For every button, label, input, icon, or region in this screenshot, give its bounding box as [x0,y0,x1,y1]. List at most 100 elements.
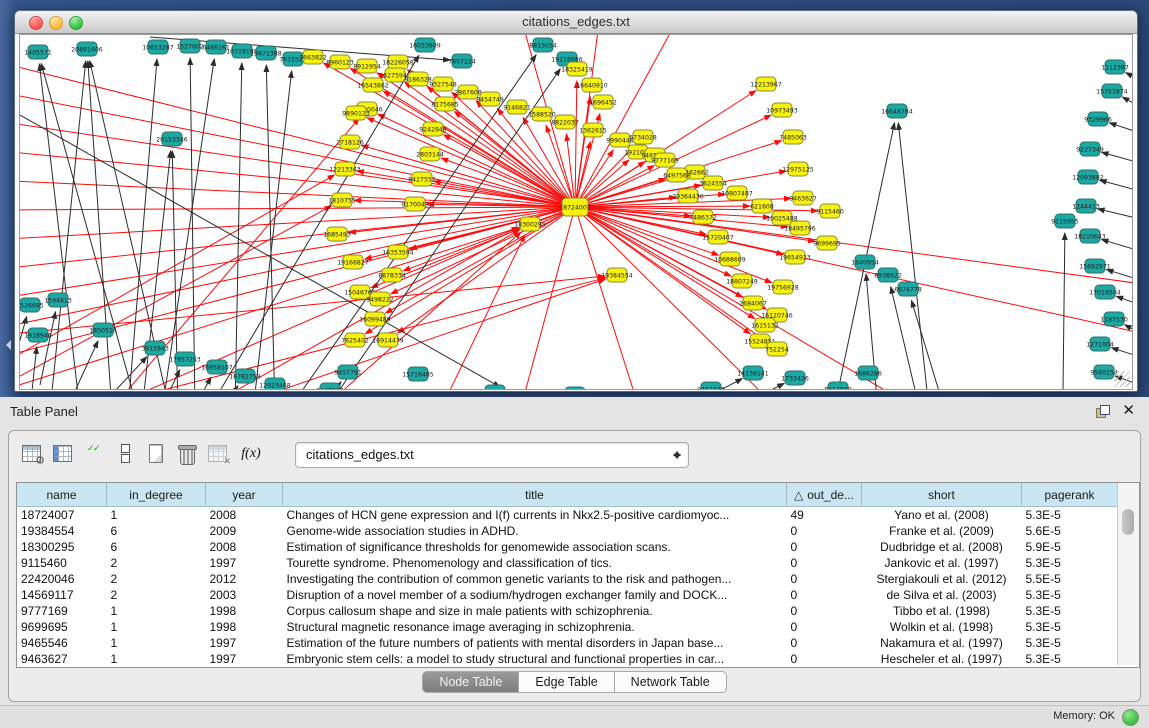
graph-edge[interactable] [575,207,640,390]
table-row[interactable]: 946362711997Embryonic stem cells: a mode… [17,651,1118,667]
graph-edge[interactable] [20,90,575,207]
cell-out_de[interactable]: 0 [787,571,862,587]
graph-node[interactable]: 9146821 [503,100,531,114]
graph-node[interactable]: 20153346 [156,132,188,146]
cell-year[interactable]: 2008 [206,539,283,555]
cell-year[interactable]: 2008 [206,507,283,524]
graph-edge[interactable] [20,317,27,375]
graph-node[interactable]: 1527602 [176,39,204,53]
cell-year[interactable]: 2009 [206,523,283,539]
cell-short[interactable]: Hescheler et al. (1997) [862,651,1022,667]
graph-node[interactable]: 18724007 [559,198,591,216]
column-header-in_degree[interactable]: in_degree [107,483,206,507]
graph-node[interactable]: 18407498 [559,387,591,390]
graph-edge[interactable] [1126,73,1132,80]
graph-node[interactable]: 19166827 [337,255,369,269]
graph-edge[interactable] [1116,296,1132,305]
graph-node[interactable]: 9227349 [1076,142,1104,156]
cell-out_de[interactable]: 49 [787,507,862,524]
graph-node[interactable]: 1112387 [1101,60,1129,74]
graph-edge[interactable] [1063,233,1065,390]
cell-short[interactable]: Wolkin et al. (1998) [862,619,1022,635]
graph-node[interactable]: 12975125 [782,162,814,176]
cell-in_degree[interactable]: 2 [107,587,206,603]
cell-out_de[interactable]: 0 [787,587,862,603]
cell-name[interactable]: 22420046 [17,571,107,587]
cell-pagerank[interactable]: 5.3E-5 [1022,619,1118,635]
graph-node[interactable]: 9170049 [401,197,429,211]
graph-node[interactable]: 16543862 [357,78,389,92]
graph-node[interactable]: 1918946 [24,328,52,342]
graph-node[interactable]: 9327548 [429,77,457,91]
cell-in_degree[interactable]: 1 [107,619,206,635]
cell-year[interactable]: 2003 [206,587,283,603]
cell-year[interactable]: 1997 [206,651,283,667]
graph-node[interactable]: 15956049 [479,385,511,390]
cell-year[interactable]: 1998 [206,619,283,635]
graph-node[interactable]: 7625402 [341,333,369,347]
graph-node[interactable]: 19384554 [601,268,633,282]
create-column-icon[interactable] [145,443,167,465]
cell-short[interactable]: Stergiakouli et al. (2012) [862,571,1022,587]
cell-short[interactable]: Yano et al. (2008) [862,507,1022,524]
graph-node[interactable]: 1271004 [1086,337,1114,351]
graph-edge[interactable] [100,229,519,390]
graph-edge[interactable] [891,287,920,390]
graph-node[interactable]: 8938922 [874,268,902,282]
cell-title[interactable]: Estimation of the future numbers of pati… [283,635,787,651]
graph-node[interactable]: 20891406 [71,42,103,56]
graph-edge[interactable] [50,61,86,390]
graph-node[interactable]: 6674778 [894,282,922,296]
column-header-short[interactable]: short [862,483,1022,507]
cell-year[interactable]: 2012 [206,571,283,587]
graph-edge[interactable] [523,117,575,207]
tab-edge-table[interactable]: Edge Table [519,671,614,693]
table-scrollbar[interactable] [1117,483,1139,665]
cell-title[interactable]: Embryonic stem cells: a model to study s… [283,651,787,667]
cell-pagerank[interactable]: 5.6E-5 [1022,523,1118,539]
column-header-year[interactable]: year [206,483,283,507]
graph-node[interactable]: 9498222 [366,292,394,306]
graph-node[interactable]: 8175685 [431,97,459,111]
cell-in_degree[interactable]: 6 [107,523,206,539]
graph-node[interactable]: 2718126 [336,135,364,149]
graph-edge[interactable] [1111,348,1132,357]
graph-edge[interactable] [362,145,575,207]
table-row[interactable]: 977716911998Corpus callosum shape and si… [17,603,1118,619]
graph-node[interactable]: 9115460 [816,204,844,218]
graph-node[interactable]: 16033809 [409,38,441,52]
graph-edge[interactable] [725,383,784,390]
graph-edge[interactable] [75,341,98,390]
graph-node[interactable]: 17957253 [169,352,201,366]
graph-edge[interactable] [41,64,138,390]
graph-node[interactable]: 1850516 [89,323,117,337]
graph-edge[interactable] [1122,97,1132,107]
column-header-pagerank[interactable]: pagerank [1022,483,1118,507]
graph-node[interactable]: 10688609 [714,252,746,266]
graph-edge[interactable] [1101,239,1132,251]
delete-column-icon[interactable] [176,443,198,465]
cell-out_de[interactable]: 0 [787,539,862,555]
graph-node[interactable]: 19756928 [767,280,799,294]
graph-node[interactable]: 3915943 [141,341,169,355]
cell-title[interactable]: Structural magnetic resonance image aver… [283,619,787,635]
column-header-out_de[interactable]: △out_de... [787,483,862,507]
float-panel-icon[interactable] [1096,405,1109,418]
table-row[interactable]: 2242004622012Investigating the contribut… [17,571,1118,587]
graph-node[interactable]: 8822037 [551,115,579,129]
cell-pagerank[interactable]: 5.3E-5 [1022,603,1118,619]
cell-short[interactable]: Dudbridge et al. (2008) [862,539,1022,555]
table-row[interactable]: 969969511998Structural magnetic resonanc… [17,619,1118,635]
graph-node[interactable]: 16640910 [576,78,608,92]
graph-node[interactable]: 14136141 [737,366,769,380]
graph-node[interactable]: 8960123 [326,55,354,69]
cell-year[interactable]: 1997 [206,635,283,651]
graph-edge[interactable] [20,207,575,210]
graph-node[interactable]: 20364436 [672,189,704,203]
graph-node[interactable]: 8454749 [476,92,504,106]
cell-pagerank[interactable]: 5.3E-5 [1022,587,1118,603]
graph-node[interactable]: 9457791 [334,365,362,379]
cell-in_degree[interactable]: 2 [107,555,206,571]
graph-node[interactable]: 1244413 [1072,199,1100,213]
cell-title[interactable]: Disruption of a novel member of a sodium… [283,587,787,603]
